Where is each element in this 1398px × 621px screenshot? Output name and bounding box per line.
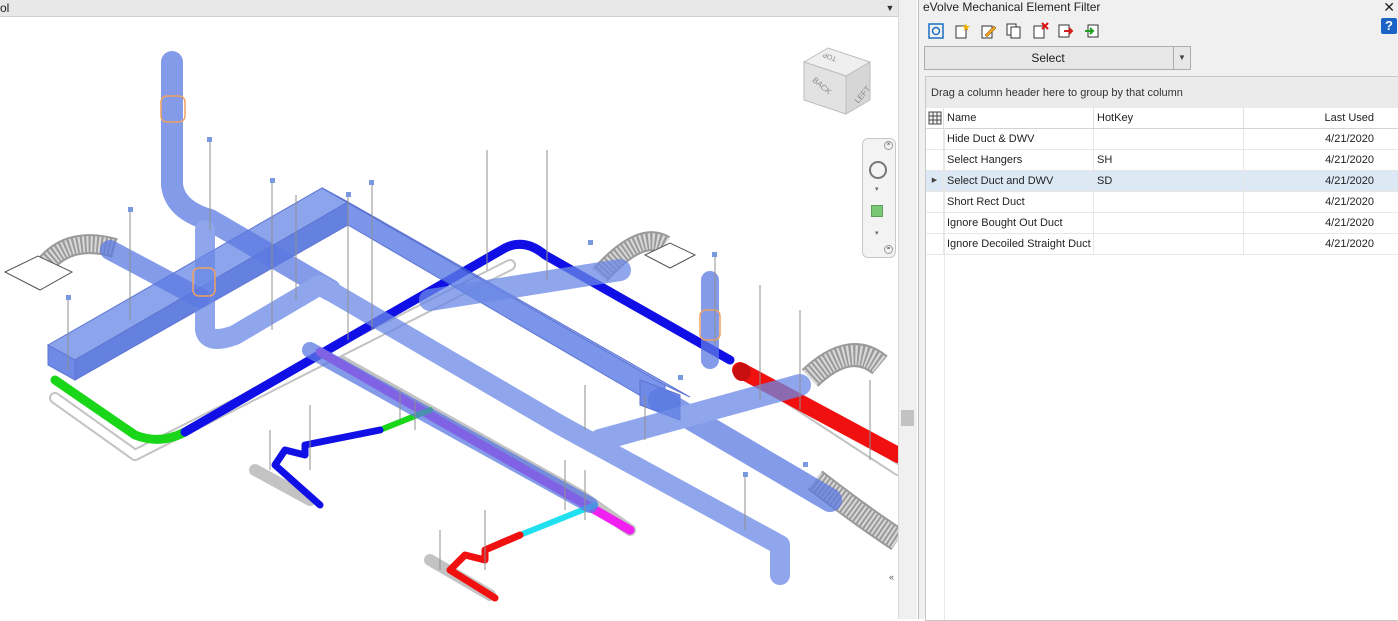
cell-last-used[interactable]: 4/21/2020 — [1244, 171, 1398, 191]
cell-hotkey[interactable]: SD — [1094, 171, 1244, 191]
row-indicator[interactable]: ▶ — [926, 171, 944, 191]
select-button-label: Select — [1031, 51, 1065, 65]
viewport-title: ol — [0, 1, 10, 15]
cell-last-used[interactable]: 4/21/2020 — [1244, 192, 1398, 212]
column-chooser-icon[interactable] — [926, 108, 944, 128]
column-header-hotkey[interactable]: HotKey — [1094, 108, 1244, 128]
help-icon[interactable]: ? — [1381, 18, 1397, 34]
grid-header-row: Name HotKey Last Used — [926, 108, 1398, 129]
steering-wheel-icon[interactable] — [869, 161, 887, 179]
mep-model-scene[interactable] — [0, 16, 898, 619]
copy-filter-icon[interactable] — [1005, 22, 1023, 40]
navbar-dropdown-icon[interactable]: ▾ — [875, 185, 879, 193]
cell-last-used[interactable]: 4/21/2020 — [1244, 213, 1398, 233]
viewport-dropdown-icon[interactable]: ▼ — [884, 2, 896, 14]
cell-last-used[interactable]: 4/21/2020 — [1244, 129, 1398, 149]
panel-title: eVolve Mechanical Element Filter — [923, 0, 1101, 14]
round-duct-network[interactable] — [100, 51, 842, 585]
table-row[interactable]: Select Hangers SH 4/21/2020 — [926, 150, 1398, 171]
element-filter-panel: eVolve Mechanical Element Filter ✕ ? Sel… — [918, 0, 1398, 621]
table-row[interactable]: Short Rect Duct 4/21/2020 — [926, 192, 1398, 213]
column-header-name[interactable]: Name — [944, 108, 1094, 128]
table-row[interactable]: Ignore Bought Out Duct 4/21/2020 — [926, 213, 1398, 234]
cell-name[interactable]: Select Duct and DWV — [944, 171, 1094, 191]
viewport-titlebar: ol ▼ — [0, 0, 898, 17]
delete-filter-icon[interactable] — [1031, 22, 1049, 40]
cell-name[interactable]: Select Hangers — [944, 150, 1094, 170]
cell-hotkey[interactable] — [1094, 129, 1244, 149]
table-row[interactable]: Ignore Decoiled Straight Duct 4/21/2020 — [926, 234, 1398, 255]
cell-hotkey[interactable] — [1094, 192, 1244, 212]
zoom-dropdown-icon[interactable]: ▾ — [875, 229, 879, 237]
navigation-bar[interactable]: × ▾ ▾ = — [862, 138, 896, 258]
import-filter-icon[interactable] — [1083, 22, 1101, 40]
table-row[interactable]: Hide Duct & DWV 4/21/2020 — [926, 129, 1398, 150]
filter-grid[interactable]: Drag a column header here to group by th… — [925, 76, 1398, 621]
group-by-panel[interactable]: Drag a column header here to group by th… — [926, 77, 1398, 109]
navbar-close-icon[interactable]: × — [884, 141, 893, 150]
zoom-region-icon[interactable] — [871, 205, 883, 217]
new-filter-icon[interactable] — [953, 22, 971, 40]
select-split-button[interactable]: Select ▼ — [924, 46, 1191, 70]
flex-duct-left[interactable] — [3, 234, 118, 291]
cell-hotkey[interactable]: SH — [1094, 150, 1244, 170]
cell-name[interactable]: Ignore Decoiled Straight Duct — [944, 234, 1094, 254]
column-header-last-used[interactable]: Last Used — [1244, 108, 1398, 128]
viewport-collapse-icon[interactable]: « — [889, 572, 894, 582]
navbar-options-icon[interactable]: = — [884, 245, 893, 254]
edit-filter-icon[interactable] — [979, 22, 997, 40]
group-by-hint: Drag a column header here to group by th… — [931, 87, 1183, 99]
cell-name[interactable]: Hide Duct & DWV — [944, 129, 1094, 149]
viewport-scrollbar[interactable] — [898, 0, 917, 619]
chevron-down-icon[interactable]: ▼ — [1173, 47, 1190, 69]
cell-name[interactable]: Ignore Bought Out Duct — [944, 213, 1094, 233]
view-cube[interactable]: TOP BACK LEFT — [798, 42, 876, 120]
row-indicator-divider — [944, 128, 945, 620]
3d-viewport[interactable]: ol ▼ TOP BACK LEFT × ▾ ▾ = « — [0, 0, 898, 619]
row-indicator[interactable] — [926, 234, 944, 254]
viewport-scrollbar-thumb[interactable] — [901, 410, 914, 426]
row-indicator[interactable] — [926, 192, 944, 212]
cell-name[interactable]: Short Rect Duct — [944, 192, 1094, 212]
row-indicator[interactable] — [926, 150, 944, 170]
cell-last-used[interactable]: 4/21/2020 — [1244, 150, 1398, 170]
refresh-filter-icon[interactable] — [927, 22, 945, 40]
table-row[interactable]: ▶ Select Duct and DWV SD 4/21/2020 — [926, 171, 1398, 192]
export-filter-icon[interactable] — [1057, 22, 1075, 40]
close-icon[interactable]: ✕ — [1383, 0, 1395, 16]
row-indicator[interactable] — [926, 129, 944, 149]
cell-last-used[interactable]: 4/21/2020 — [1244, 234, 1398, 254]
cell-hotkey[interactable] — [1094, 213, 1244, 233]
red-valve[interactable] — [733, 363, 751, 381]
row-indicator[interactable] — [926, 213, 944, 233]
cell-hotkey[interactable] — [1094, 234, 1244, 254]
